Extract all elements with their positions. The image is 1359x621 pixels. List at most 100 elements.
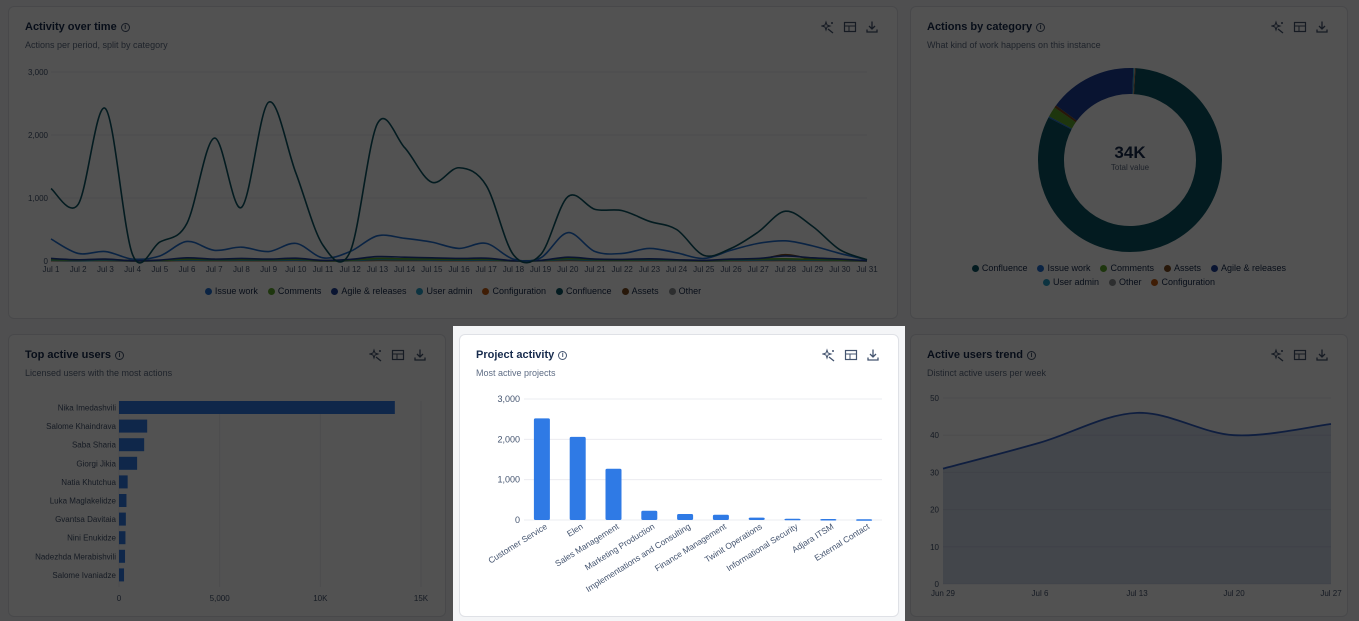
table-icon[interactable]	[843, 20, 857, 34]
y-tick-label: 20	[930, 506, 939, 515]
x-tick-label: Jul 23	[639, 265, 661, 274]
x-tick-label: Jul 13	[367, 265, 389, 274]
x-tick-label: Jul 27	[748, 265, 770, 274]
legend-swatch	[621, 287, 629, 295]
user-bar[interactable]	[119, 549, 126, 563]
donut-slice-assets[interactable]	[1054, 105, 1077, 123]
download-icon[interactable]	[1315, 348, 1329, 362]
info-icon[interactable]: i	[120, 22, 130, 32]
card-title: Project activity i	[476, 349, 568, 361]
legend-item[interactable]: Issue work	[1037, 263, 1090, 273]
table-icon[interactable]	[391, 348, 405, 362]
card-title-text: Activity over time	[25, 21, 117, 33]
legend-label: Assets	[631, 286, 659, 296]
legend-swatch	[482, 287, 490, 295]
info-icon[interactable]: i	[558, 350, 568, 360]
donut-center-value: 34K	[1114, 143, 1146, 162]
user-bar[interactable]	[119, 494, 127, 507]
legend-item[interactable]: Confluence	[556, 286, 612, 296]
project-bar[interactable]	[605, 468, 622, 520]
x-tick-label: Jul 25	[693, 265, 715, 274]
legend-item[interactable]: Comments	[1100, 263, 1154, 273]
download-icon[interactable]	[866, 348, 880, 362]
category-donut-chart: 34KTotal value	[1038, 68, 1222, 252]
legend-item[interactable]: User admin	[1042, 277, 1099, 287]
legend-swatch	[204, 287, 212, 295]
download-icon[interactable]	[1315, 20, 1329, 34]
x-tick-label: Jul 29	[802, 265, 824, 274]
info-icon[interactable]: i	[1026, 350, 1036, 360]
project-bar[interactable]	[748, 517, 765, 520]
legend-item[interactable]: Other	[668, 286, 701, 296]
x-tick-label: Jul 4	[124, 265, 141, 274]
donut-slice-agile-releases[interactable]	[1055, 68, 1134, 122]
sparkle-icon[interactable]	[369, 348, 383, 362]
project-bar[interactable]	[712, 514, 729, 520]
donut-slice-issue-work[interactable]	[1048, 116, 1072, 130]
user-bar[interactable]	[119, 419, 148, 433]
user-bar[interactable]	[119, 512, 126, 526]
chart-toolbar	[1271, 20, 1329, 34]
sparkle-icon[interactable]	[1271, 348, 1285, 362]
legend-swatch	[267, 287, 275, 295]
sparkle-icon[interactable]	[822, 348, 836, 362]
y-tick-label: 2,000	[28, 131, 49, 140]
user-bar[interactable]	[119, 401, 395, 414]
legend-item[interactable]: Other	[1108, 277, 1141, 287]
project-bar[interactable]	[677, 513, 694, 520]
info-icon[interactable]: i	[1036, 22, 1046, 32]
table-icon[interactable]	[1293, 348, 1307, 362]
trend-area-chart: 0 10 20 30 40 50 Jun 29 Jul 6 Jul 13 Jul 20 Jul 27	[930, 394, 1342, 598]
card-title-text: Project activity	[476, 349, 555, 361]
user-bar[interactable]	[119, 531, 126, 545]
legend-item[interactable]: Agile & releases	[331, 286, 406, 296]
x-tick-label: Jul 14	[394, 265, 416, 274]
info-icon[interactable]: i	[115, 350, 124, 360]
legend-swatch	[1100, 264, 1108, 272]
table-icon[interactable]	[844, 348, 858, 362]
legend-swatch	[971, 264, 979, 272]
user-bar[interactable]	[119, 456, 138, 470]
legend-item[interactable]: User admin	[416, 286, 472, 296]
legend-label: Agile & releases	[1221, 263, 1287, 273]
y-tick-label: 1,000	[28, 194, 49, 203]
legend-item[interactable]: Assets	[621, 286, 659, 296]
x-tick-label: Jul 1	[43, 265, 60, 274]
sparkle-icon[interactable]	[1271, 20, 1285, 34]
project-bar[interactable]	[641, 510, 658, 520]
project-bar[interactable]	[569, 436, 586, 520]
legend-label: User admin	[1052, 277, 1099, 287]
project-bar[interactable]	[784, 518, 801, 521]
user-bar[interactable]	[119, 475, 128, 489]
legend-item[interactable]: Configuration	[1151, 277, 1215, 287]
user-bar[interactable]	[119, 568, 125, 582]
legend-item[interactable]: Comments	[267, 286, 321, 296]
table-icon[interactable]	[1293, 20, 1307, 34]
series-line-confluence[interactable]	[50, 101, 868, 264]
x-tick-label: Jul 18	[503, 265, 525, 274]
card-title-text: Actions by category	[927, 21, 1033, 33]
chart-toolbar	[369, 348, 427, 362]
x-tick-label: Jul 7	[206, 265, 223, 274]
project-bar[interactable]	[820, 518, 837, 521]
user-bar[interactable]	[119, 438, 145, 452]
active-users-trend-card: Active users trend i Distinct active use…	[910, 334, 1348, 617]
project-bar[interactable]	[856, 519, 873, 521]
card-subtitle: Licensed users with the most actions	[25, 368, 173, 378]
project-bar[interactable]	[533, 418, 550, 520]
download-icon[interactable]	[413, 348, 427, 362]
legend-item[interactable]: Configuration	[482, 286, 546, 296]
x-tick-label: Jul 3	[97, 265, 114, 274]
donut-slice-comments[interactable]	[1049, 107, 1076, 129]
legend-item[interactable]: Issue work	[204, 286, 258, 296]
legend-item[interactable]: Confluence	[971, 263, 1027, 273]
chart-toolbar	[821, 20, 879, 34]
legend-item[interactable]: Agile & releases	[1211, 263, 1286, 273]
legend-swatch	[668, 287, 676, 295]
legend-swatch	[1108, 278, 1116, 286]
download-icon[interactable]	[865, 20, 879, 34]
sparkle-icon[interactable]	[821, 20, 835, 34]
activity-over-time-card: Activity over time i Actions per period,…	[8, 6, 898, 319]
card-subtitle: Distinct active users per week	[927, 368, 1047, 378]
legend-item[interactable]: Assets	[1164, 263, 1201, 273]
